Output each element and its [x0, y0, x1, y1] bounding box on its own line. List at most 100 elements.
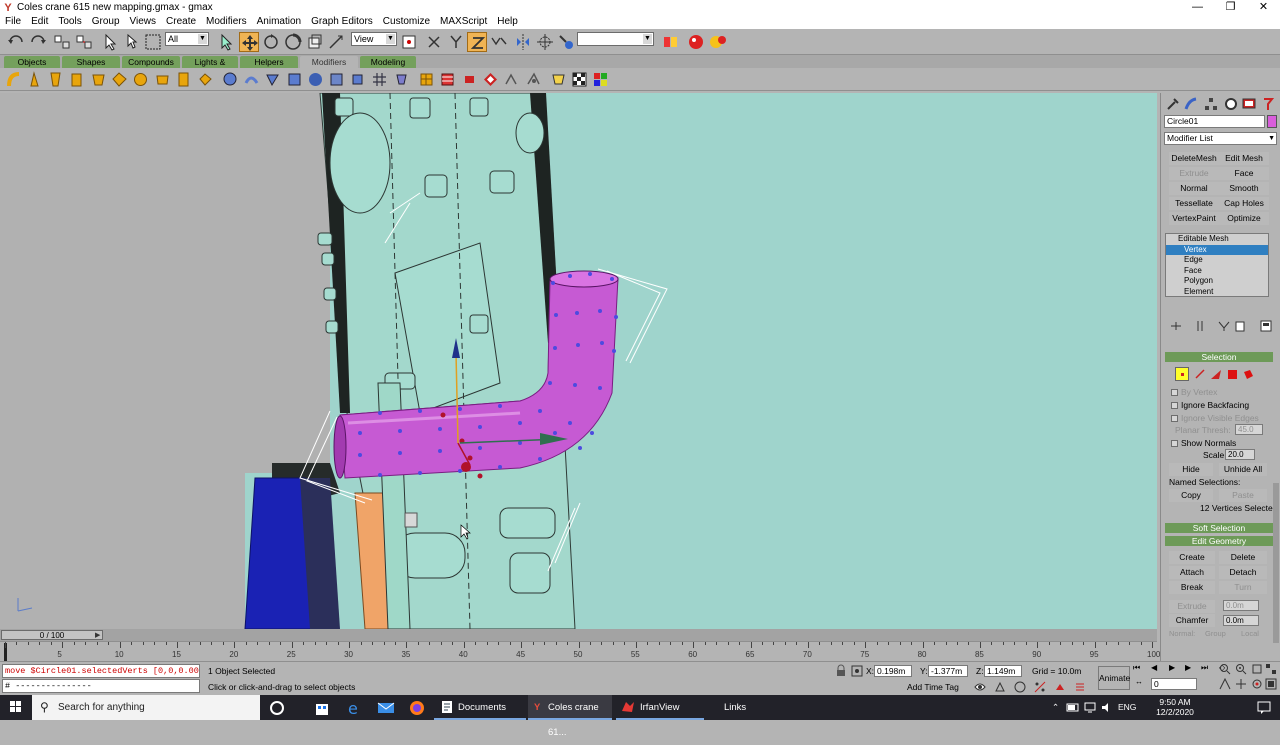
- maxscript-listener-input[interactable]: # ---------------: [2, 679, 200, 693]
- twist-modifier-icon[interactable]: [47, 71, 64, 88]
- select-and-rotate-icon[interactable]: [261, 32, 281, 52]
- hierarchy-icon[interactable]: [550, 71, 567, 88]
- tab-modifiers[interactable]: Modifiers: [300, 56, 358, 68]
- material-editor-icon[interactable]: [661, 32, 681, 52]
- zoom-icon[interactable]: [1219, 663, 1231, 675]
- bend-modifier-icon[interactable]: [5, 71, 22, 88]
- mirror-icon[interactable]: [513, 32, 533, 52]
- attach-button[interactable]: Attach: [1169, 566, 1215, 579]
- element-mode-icon[interactable]: [1241, 367, 1255, 381]
- stack-item-edge[interactable]: Edge: [1166, 255, 1268, 266]
- show-hidden-icons-icon[interactable]: ⌃: [1052, 702, 1059, 713]
- taskbar-app-gmax[interactable]: Y Coles crane 61...: [528, 695, 612, 738]
- by-vertex-checkbox[interactable]: [1171, 389, 1178, 396]
- menu-customize[interactable]: Customize: [378, 15, 435, 29]
- pivot-center-icon[interactable]: [399, 32, 419, 52]
- restrict-y-icon[interactable]: [446, 32, 466, 52]
- maximize-viewport-icon[interactable]: [1265, 678, 1277, 690]
- edit-mesh-button[interactable]: Edit Mesh: [1219, 152, 1269, 165]
- skew-modifier-icon[interactable]: [222, 71, 239, 88]
- tab-lights-cameras[interactable]: Lights & Cameras: [182, 56, 238, 79]
- time-slider-next-arrow[interactable]: ▶: [95, 631, 100, 639]
- taskbar-app-documents[interactable]: Documents: [434, 695, 526, 720]
- minimize-button[interactable]: —: [1181, 0, 1214, 15]
- menu-views[interactable]: Views: [125, 15, 162, 29]
- align-icon[interactable]: [535, 32, 555, 52]
- unhide-all-button[interactable]: Unhide All: [1219, 463, 1267, 476]
- tab-shapes[interactable]: Shapes: [62, 56, 120, 68]
- tessellate-button[interactable]: Tessellate: [1169, 197, 1219, 210]
- unwrap-uvw-icon[interactable]: [439, 71, 456, 88]
- stack-item-element[interactable]: Element: [1166, 287, 1268, 298]
- ignore-backfacing-checkbox[interactable]: [1171, 402, 1178, 409]
- menu-help[interactable]: Help: [492, 15, 523, 29]
- next-frame-icon[interactable]: ▶: [1185, 663, 1191, 672]
- edit-named-selections-icon[interactable]: [1073, 680, 1087, 694]
- lock-selection-icon[interactable]: [834, 664, 848, 678]
- cap-holes-icon[interactable]: [525, 71, 542, 88]
- show-end-result-icon[interactable]: [1193, 319, 1207, 333]
- tab-compounds[interactable]: Compounds: [122, 56, 180, 68]
- modifier-list-dropdown[interactable]: Modifier List ▼: [1164, 132, 1277, 145]
- x-coord-field[interactable]: 0.198m: [874, 665, 912, 677]
- smooth-button[interactable]: Smooth: [1219, 182, 1269, 195]
- play-icon[interactable]: ▶: [1169, 663, 1175, 672]
- quick-render-icon[interactable]: [708, 32, 728, 52]
- soft-selection-rollout-header[interactable]: Soft Selection: [1165, 523, 1273, 533]
- percent-snap-icon[interactable]: [1033, 680, 1047, 694]
- modify-panel-icon[interactable]: [1183, 96, 1199, 112]
- tab-modeling[interactable]: Modeling: [360, 56, 416, 68]
- menu-graph-editors[interactable]: Graph Editors: [306, 15, 378, 29]
- vertex-mode-icon[interactable]: [1175, 367, 1189, 381]
- snap-toggle-icon[interactable]: [556, 32, 576, 52]
- displace-modifier-icon[interactable]: [349, 71, 366, 88]
- zoom-extents-icon[interactable]: [1251, 663, 1263, 675]
- local-radio-label[interactable]: Local: [1241, 629, 1259, 639]
- stretch-modifier-icon[interactable]: [90, 71, 107, 88]
- menu-create[interactable]: Create: [161, 15, 201, 29]
- edge-mode-icon[interactable]: [1193, 367, 1207, 381]
- volume-icon[interactable]: [1100, 701, 1114, 714]
- deletemesh-button[interactable]: DeleteMesh: [1169, 152, 1219, 165]
- input-language[interactable]: ENG: [1118, 702, 1136, 712]
- select-and-scale-icon[interactable]: [283, 32, 303, 52]
- smoothing-modifier-icon[interactable]: [482, 71, 499, 88]
- slice-modifier-icon[interactable]: [243, 71, 260, 88]
- restrict-z-icon[interactable]: [467, 32, 487, 52]
- hierarchy-panel-icon[interactable]: [1203, 96, 1219, 112]
- group-radio-label[interactable]: Group: [1205, 629, 1226, 639]
- time-config-icon[interactable]: ↔: [1135, 677, 1143, 686]
- cortana-icon[interactable]: [268, 699, 286, 717]
- perspective-viewport[interactable]: [0, 93, 1157, 629]
- noise-modifier-icon[interactable]: [68, 71, 85, 88]
- turn-button[interactable]: Turn: [1219, 581, 1267, 594]
- selection-rollout-header[interactable]: Selection: [1165, 352, 1273, 362]
- go-to-end-icon[interactable]: ⏭: [1201, 663, 1208, 673]
- tab-helpers[interactable]: Helpers: [240, 56, 298, 68]
- render-scene-icon[interactable]: [686, 32, 706, 52]
- select-by-name-icon[interactable]: [122, 32, 142, 52]
- utilities-panel-icon[interactable]: [1260, 96, 1276, 112]
- menu-tools[interactable]: Tools: [53, 15, 86, 29]
- system-clock[interactable]: 9:50 AM 12/2/2020: [1144, 697, 1206, 717]
- close-button[interactable]: ✕: [1247, 0, 1280, 15]
- break-button[interactable]: Break: [1169, 581, 1215, 594]
- spinner-snap-icon[interactable]: [1053, 680, 1067, 694]
- menu-modifiers[interactable]: Modifiers: [201, 15, 252, 29]
- select-and-manipulate-icon[interactable]: [216, 32, 236, 52]
- chamfer-amount-spinner[interactable]: 0.0m: [1223, 615, 1259, 626]
- menu-group[interactable]: Group: [87, 15, 125, 29]
- squeeze-modifier-icon[interactable]: [111, 71, 128, 88]
- spherify-modifier-icon[interactable]: [264, 71, 281, 88]
- hide-button[interactable]: Hide: [1169, 463, 1213, 476]
- optimize-button[interactable]: Optimize: [1219, 212, 1269, 225]
- select-object-icon[interactable]: [100, 32, 120, 52]
- cap-holes-button[interactable]: Cap Holes: [1219, 197, 1269, 210]
- face-extrude-button[interactable]: Face Extrude: [1219, 167, 1269, 191]
- reference-coordinate-dropdown[interactable]: View ▼: [351, 32, 397, 46]
- taskbar-app-irfanview[interactable]: IrfanView: [616, 695, 704, 720]
- battery-icon[interactable]: [1066, 701, 1080, 714]
- z-coord-field[interactable]: 1.149m: [984, 665, 1022, 677]
- menu-maxscript[interactable]: MAXScript: [435, 15, 492, 29]
- remove-modifier-icon[interactable]: [1233, 319, 1247, 333]
